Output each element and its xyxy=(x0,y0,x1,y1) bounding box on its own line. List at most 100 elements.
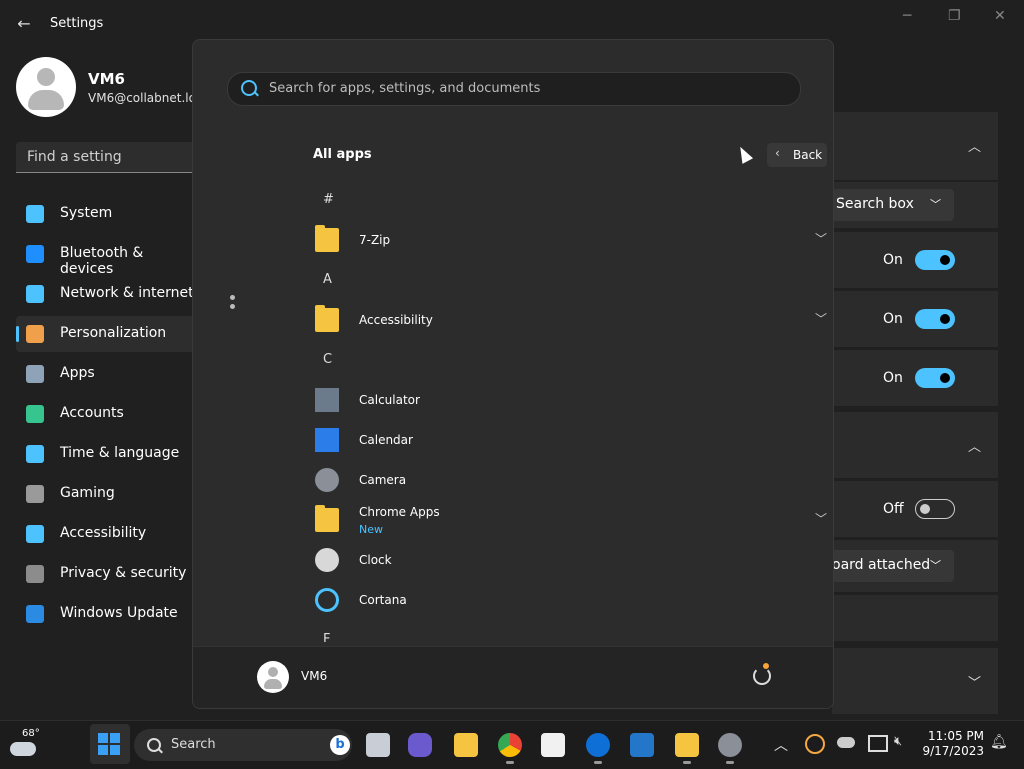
brush-icon xyxy=(26,325,44,343)
file-explorer-icon[interactable] xyxy=(454,733,478,757)
taskbar-search[interactable]: Search b xyxy=(134,729,352,761)
toggle-switch[interactable] xyxy=(915,250,955,270)
start-button[interactable] xyxy=(90,724,130,764)
back-button[interactable]: ‹ Back xyxy=(767,143,827,167)
app-list-letter-header[interactable]: # xyxy=(313,180,833,220)
sidebar-item-label: Network & internet xyxy=(60,285,194,301)
start-menu: Search for apps, settings, and documents… xyxy=(192,39,834,709)
app-name: Clock xyxy=(359,553,392,567)
app-name: Camera xyxy=(359,473,407,487)
sidebar-item-windows-update[interactable]: Windows Update xyxy=(16,596,196,632)
find-setting-input[interactable]: Find a setting xyxy=(16,142,196,173)
clock-icon xyxy=(315,548,339,572)
user-avatar[interactable] xyxy=(257,661,289,693)
app-item-camera[interactable]: Camera xyxy=(313,460,833,500)
settings-row-search: Search box ﹀ xyxy=(832,182,998,228)
volume-muted-icon[interactable]: 🔇︎ xyxy=(894,734,902,749)
toggle-state-label: On xyxy=(883,370,903,386)
sidebar-item-bluetooth-devices[interactable]: Bluetooth & devices xyxy=(16,236,196,277)
sync-icon[interactable] xyxy=(805,734,825,754)
app-item-calculator[interactable]: Calculator xyxy=(313,380,833,420)
app-list-letter-header[interactable]: F xyxy=(313,620,833,642)
settings-card-other: ﹀ xyxy=(832,648,998,714)
search-placeholder: Search for apps, settings, and documents xyxy=(269,81,541,96)
settings-gear-icon[interactable] xyxy=(718,733,742,757)
toggle-switch[interactable] xyxy=(915,499,955,519)
chevron-up-icon[interactable]: ︿ xyxy=(968,136,981,155)
file-explorer-notes-icon[interactable] xyxy=(675,733,699,757)
app-item-chrome-apps[interactable]: Chrome Apps New ﹀ xyxy=(313,500,833,540)
monitor-icon xyxy=(26,205,44,223)
sidebar-item-label: Bluetooth & devices xyxy=(60,245,144,277)
user-name[interactable]: VM6 xyxy=(301,669,327,683)
camera-icon xyxy=(315,468,339,492)
sidebar-item-label: Accounts xyxy=(60,405,124,421)
start-search-input[interactable]: Search for apps, settings, and documents xyxy=(227,72,801,106)
search-box-dropdown[interactable]: Search box ﹀ xyxy=(832,189,954,221)
chevron-down-icon[interactable]: ﹀ xyxy=(815,310,827,327)
teamviewer-icon[interactable] xyxy=(586,733,610,757)
sidebar-item-apps[interactable]: Apps xyxy=(16,356,196,392)
task-view-icon[interactable] xyxy=(366,733,390,757)
chevron-down-icon[interactable]: ﹀ xyxy=(815,230,827,247)
chrome-icon[interactable] xyxy=(498,733,522,757)
chevron-down-icon[interactable]: ﹀ xyxy=(968,672,981,691)
settings-card-taskbar-items: ︿ xyxy=(832,112,998,180)
chevron-down-icon: ﹀ xyxy=(930,559,941,572)
apps-icon xyxy=(26,365,44,383)
running-indicator xyxy=(506,761,514,764)
system-clock[interactable]: 11:05 PM 9/17/2023 xyxy=(916,729,984,759)
app-name: Calculator xyxy=(359,393,420,407)
running-indicator xyxy=(683,761,691,764)
sidebar-item-network-internet[interactable]: Network & internet xyxy=(16,276,196,312)
teams-chat-icon[interactable] xyxy=(408,733,432,757)
chevron-up-icon[interactable]: ︿ xyxy=(774,735,788,755)
toggle-switch[interactable] xyxy=(915,368,955,388)
sidebar-item-gaming[interactable]: Gaming xyxy=(16,476,196,512)
sidebar-item-time-language[interactable]: Time & language xyxy=(16,436,196,472)
app-item-clock[interactable]: Clock xyxy=(313,540,833,580)
letter-label: F xyxy=(323,632,331,642)
onedrive-icon[interactable] xyxy=(837,737,855,748)
app-item-cortana[interactable]: Cortana xyxy=(313,580,833,620)
app-name: Accessibility xyxy=(359,313,433,327)
app-list-letter-header[interactable]: A xyxy=(313,260,833,300)
app-item-calendar[interactable]: Calendar xyxy=(313,420,833,460)
microsoft-store-icon[interactable] xyxy=(541,733,565,757)
sidebar-item-privacy-security[interactable]: Privacy & security xyxy=(16,556,196,592)
sidebar-item-system[interactable]: System xyxy=(16,196,196,232)
profile-name: VM6 xyxy=(88,70,125,88)
find-setting-placeholder: Find a setting xyxy=(27,149,122,165)
power-icon[interactable] xyxy=(753,663,771,685)
weather-widget[interactable]: 68° xyxy=(8,728,42,761)
running-indicator xyxy=(594,761,602,764)
dropdown-value: Search box xyxy=(836,196,914,212)
sidebar-item-personalization[interactable]: Personalization xyxy=(16,316,196,352)
app-list-letter-header[interactable]: C xyxy=(313,340,833,380)
maximize-button[interactable]: ❐ xyxy=(948,8,961,24)
network-icon[interactable] xyxy=(868,735,888,752)
app-item-accessibility[interactable]: Accessibility ﹀ xyxy=(313,300,833,340)
keyboard-dropdown[interactable]: oard attached ﹀ xyxy=(832,550,954,582)
chevron-down-icon[interactable]: ﹀ xyxy=(815,510,827,527)
app-item-7-zip[interactable]: 7-Zip ﹀ xyxy=(313,220,833,260)
sidebar-item-accessibility[interactable]: Accessibility xyxy=(16,516,196,552)
letter-label: # xyxy=(323,192,334,207)
sidebar-item-accounts[interactable]: Accounts xyxy=(16,396,196,432)
defender-shield-icon[interactable] xyxy=(630,733,654,757)
globe-clock-icon xyxy=(26,445,44,463)
weather-cloud-icon xyxy=(10,742,36,756)
app-name: 7-Zip xyxy=(359,233,391,247)
bing-icon[interactable]: b xyxy=(330,735,350,755)
minimize-button[interactable]: ─ xyxy=(903,8,911,24)
wifi-icon xyxy=(26,285,44,303)
close-button[interactable]: ✕ xyxy=(994,8,1006,24)
update-icon xyxy=(26,605,44,623)
toggle-state-label: On xyxy=(883,252,903,268)
back-arrow-icon[interactable]: ← xyxy=(14,14,34,34)
window-title: Settings xyxy=(50,16,104,31)
notification-bell-icon[interactable]: 🔔︎ xyxy=(990,734,1008,750)
toggle-switch[interactable] xyxy=(915,309,955,329)
chevron-up-icon[interactable]: ︿ xyxy=(968,436,981,455)
app-name: Chrome Apps xyxy=(359,505,440,519)
